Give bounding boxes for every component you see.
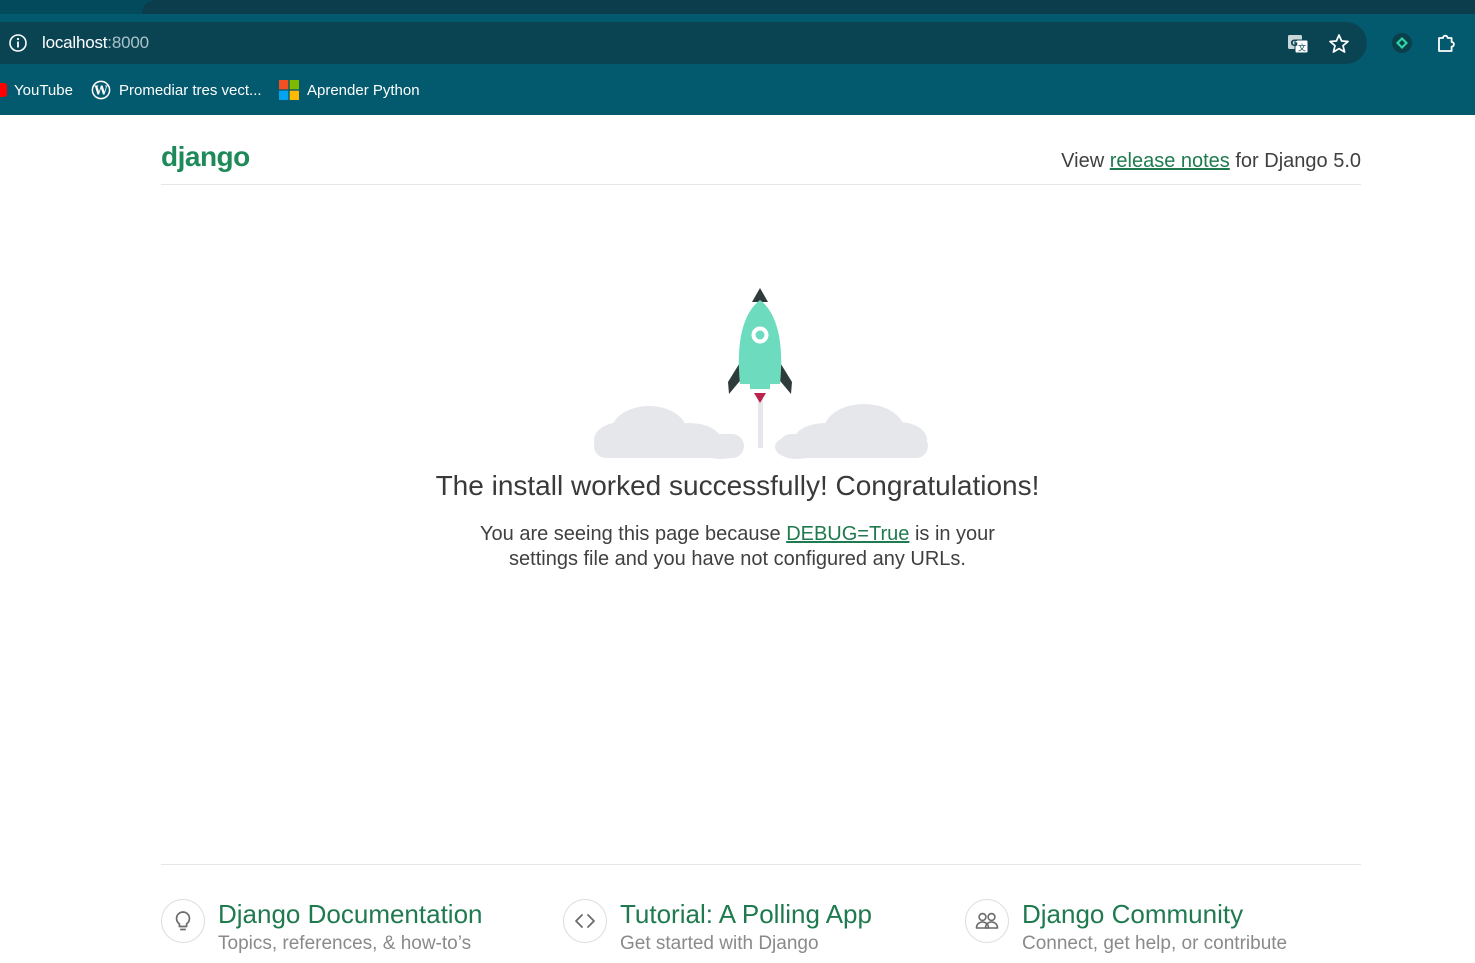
bookmark-promediar[interactable]: W Promediar tres vect...	[91, 76, 262, 104]
bookmark-label: Aprender Python	[307, 81, 420, 99]
translate-icon[interactable]: G 文	[1286, 32, 1310, 56]
extensions-puzzle-icon[interactable]	[1434, 31, 1458, 55]
card-subtitle: Connect, get help, or contribute	[1022, 933, 1288, 954]
active-tab[interactable]	[142, 0, 1475, 14]
address-bar[interactable]: localhost:8000 G 文	[0, 22, 1367, 64]
card-subtitle: Get started with Django	[620, 933, 819, 954]
message-suffix: is in your	[914, 523, 995, 545]
rocket-flame	[754, 393, 766, 403]
svg-text:G: G	[1291, 39, 1298, 49]
success-title: The install worked successfully! Congrat…	[435, 470, 1040, 501]
release-suffix: for Django 5.0	[1235, 150, 1361, 172]
youtube-icon	[0, 83, 7, 97]
debug-link[interactable]: DEBUG=True	[786, 523, 909, 545]
message-line-2: settings file and you have not configure…	[509, 548, 966, 570]
url-port: :8000	[107, 33, 149, 52]
bookmark-label: Promediar tres vect...	[119, 81, 262, 99]
rocket-tip	[752, 288, 768, 302]
browser-toolbar: localhost:8000 G 文 YouTube W Promediar t…	[0, 0, 1475, 115]
card-tutorial[interactable]: Tutorial: A Polling App Get started with…	[563, 897, 943, 957]
success-message: You are seeing this page because DEBUG=T…	[0, 522, 1475, 572]
bookmarks-bar: YouTube W Promediar tres vect... Aprende…	[0, 76, 1475, 104]
code-icon	[563, 899, 607, 943]
message-prefix: You are seeing this page because	[480, 523, 781, 545]
card-community[interactable]: Django Community Connect, get help, or c…	[965, 897, 1361, 957]
django-header: django View release notes for Django 5.0	[161, 140, 1361, 185]
extension-icon[interactable]	[1390, 31, 1414, 55]
card-title[interactable]: Django Community	[1022, 899, 1243, 930]
release-prefix: View	[1061, 150, 1105, 172]
exhaust-trail	[758, 396, 763, 448]
site-info-icon[interactable]	[8, 33, 28, 53]
card-subtitle: Topics, references, & how-to’s	[218, 933, 472, 954]
django-footer: Django Documentation Topics, references,…	[161, 864, 1361, 963]
bookmark-youtube[interactable]: YouTube	[0, 76, 73, 104]
url-text[interactable]: localhost:8000	[42, 33, 149, 53]
url-host: localhost	[42, 33, 108, 52]
message-line-1: You are seeing this page because DEBUG=T…	[0, 522, 1475, 547]
card-title[interactable]: Django Documentation	[218, 899, 483, 930]
svg-text:W: W	[93, 83, 108, 97]
bookmark-label: YouTube	[14, 81, 73, 99]
release-notes-text: View release notes for Django 5.0	[1061, 150, 1361, 173]
release-notes-link[interactable]: release notes	[1110, 150, 1230, 172]
tab-strip	[0, 0, 1475, 14]
lightbulb-icon	[161, 899, 205, 943]
people-icon	[965, 899, 1009, 943]
card-title[interactable]: Tutorial: A Polling App	[620, 899, 872, 930]
card-documentation[interactable]: Django Documentation Topics, references,…	[161, 897, 541, 957]
bookmark-star-icon[interactable]	[1327, 32, 1351, 56]
django-logo[interactable]: django	[161, 141, 250, 173]
microsoft-icon	[279, 80, 299, 100]
rocket-illustration	[594, 288, 928, 459]
wordpress-icon: W	[91, 80, 111, 100]
bookmark-aprender-python[interactable]: Aprender Python	[279, 76, 420, 104]
svg-text:文: 文	[1298, 43, 1306, 53]
